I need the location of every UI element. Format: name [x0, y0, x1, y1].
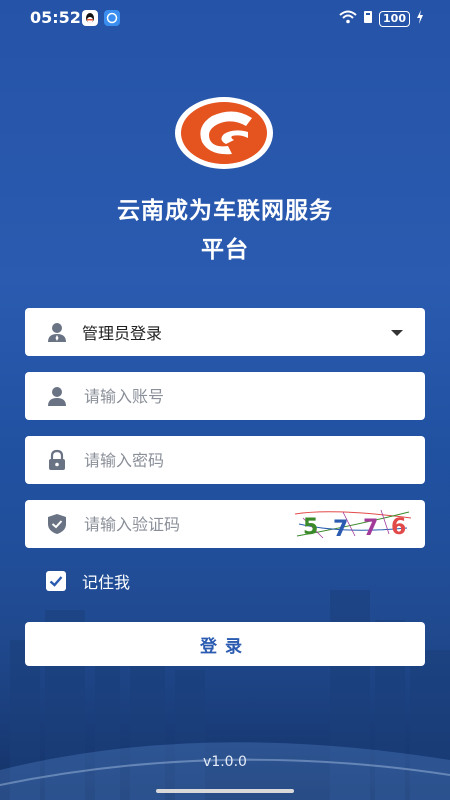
- status-bar: 05:52 100: [0, 0, 450, 36]
- user-icon: [46, 385, 68, 407]
- lock-icon: [46, 449, 68, 471]
- account-field[interactable]: [25, 372, 425, 420]
- captcha-char: 5: [303, 515, 318, 540]
- login-button[interactable]: 登录: [25, 622, 425, 666]
- remember-label: 记住我: [82, 573, 131, 592]
- status-right: 100: [339, 9, 424, 28]
- password-input[interactable]: [82, 449, 266, 471]
- message-icon: [104, 10, 120, 26]
- chevron-down-icon: [391, 330, 403, 336]
- app-title: 云南成为车联网服务 平台: [0, 192, 450, 270]
- user-admin-icon: [46, 321, 68, 343]
- version-label: v1.0.0: [203, 754, 247, 770]
- home-indicator[interactable]: [156, 789, 294, 793]
- captcha-image[interactable]: 5 7 7 6: [293, 506, 413, 542]
- qq-icon: [82, 10, 98, 26]
- remember-checkbox[interactable]: [46, 571, 66, 591]
- captcha-char: 6: [391, 515, 406, 540]
- signal-icon: [363, 9, 373, 28]
- status-time: 05:52: [30, 8, 81, 27]
- role-select[interactable]: 管理员登录: [25, 308, 425, 356]
- account-input[interactable]: [82, 385, 266, 407]
- remember-me[interactable]: 记住我: [46, 569, 130, 593]
- captcha-char: 7: [363, 516, 378, 541]
- password-field[interactable]: [25, 436, 425, 484]
- captcha-field[interactable]: 5 7 7 6: [25, 500, 425, 548]
- captcha-input[interactable]: [82, 513, 266, 535]
- wifi-icon: [339, 9, 357, 28]
- role-select-value: 管理员登录: [82, 324, 163, 343]
- battery-icon: 100: [379, 10, 410, 27]
- app-logo: [175, 97, 273, 169]
- charging-icon: [416, 9, 424, 28]
- app-title-line1: 云南成为车联网服务: [117, 198, 333, 224]
- shield-icon: [46, 513, 68, 535]
- app-title-line2: 平台: [201, 237, 249, 263]
- captcha-char: 7: [333, 517, 348, 542]
- check-icon: [49, 576, 63, 587]
